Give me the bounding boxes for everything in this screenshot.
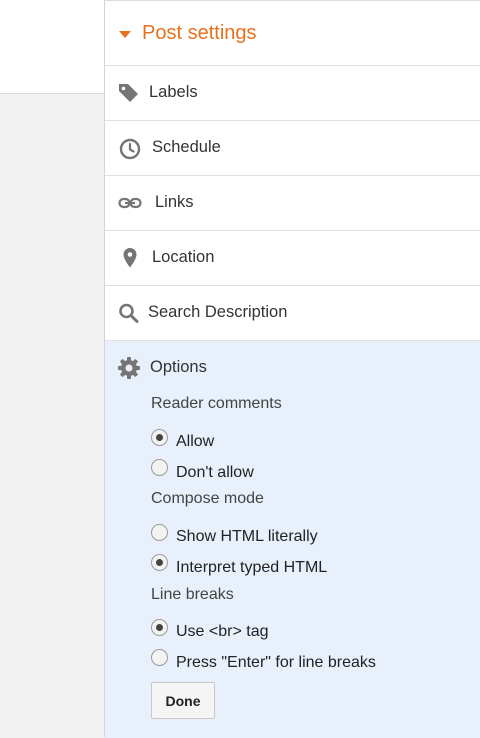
settings-item-label: Search Description (148, 303, 288, 321)
radio-interpret-typed-html[interactable] (151, 554, 168, 571)
settings-item-label: Location (152, 248, 215, 266)
radio-label-use-br-tag[interactable]: Use <br> tag (176, 623, 269, 641)
reader-comments-heading: Reader comments (151, 395, 282, 412)
radio-label-dont-allow[interactable]: Don't allow (176, 464, 254, 482)
search-icon (119, 303, 139, 323)
radio-press-enter[interactable] (151, 649, 168, 666)
post-settings-title: Post settings (142, 22, 257, 44)
settings-item-search-description[interactable]: Search Description (105, 286, 480, 341)
radio-dont-allow[interactable] (151, 459, 168, 476)
link-icon (118, 197, 142, 209)
settings-item-location[interactable]: Location (105, 231, 480, 286)
line-breaks-heading: Line breaks (151, 586, 234, 603)
caret-down-icon (119, 31, 131, 38)
settings-item-label: Links (155, 193, 194, 211)
settings-item-labels[interactable]: Labels (105, 66, 480, 121)
radio-label-show-html-literally[interactable]: Show HTML literally (176, 528, 318, 546)
clock-icon (119, 138, 141, 160)
done-button[interactable]: Done (151, 682, 215, 719)
left-pane (0, 0, 104, 94)
settings-item-links[interactable]: Links (105, 176, 480, 231)
radio-show-html-literally[interactable] (151, 524, 168, 541)
options-header[interactable]: Options (117, 356, 207, 385)
options-section: Options Reader comments Allow Don't allo… (105, 341, 480, 738)
radio-allow[interactable] (151, 429, 168, 446)
tag-icon (119, 84, 138, 102)
radio-label-interpret-typed-html[interactable]: Interpret typed HTML (176, 559, 327, 577)
radio-label-press-enter[interactable]: Press "Enter" for line breaks (176, 654, 376, 672)
options-title: Options (150, 358, 207, 376)
settings-item-label: Schedule (152, 138, 221, 156)
settings-item-label: Labels (149, 83, 198, 101)
gear-icon (118, 357, 140, 379)
radio-label-allow[interactable]: Allow (176, 433, 214, 451)
settings-item-schedule[interactable]: Schedule (105, 121, 480, 176)
location-pin-icon (123, 248, 137, 268)
radio-use-br-tag[interactable] (151, 619, 168, 636)
compose-mode-heading: Compose mode (151, 490, 264, 507)
post-settings-panel: Post settings Labels Schedule Links Loca… (104, 0, 480, 738)
post-settings-header[interactable]: Post settings (105, 1, 480, 66)
